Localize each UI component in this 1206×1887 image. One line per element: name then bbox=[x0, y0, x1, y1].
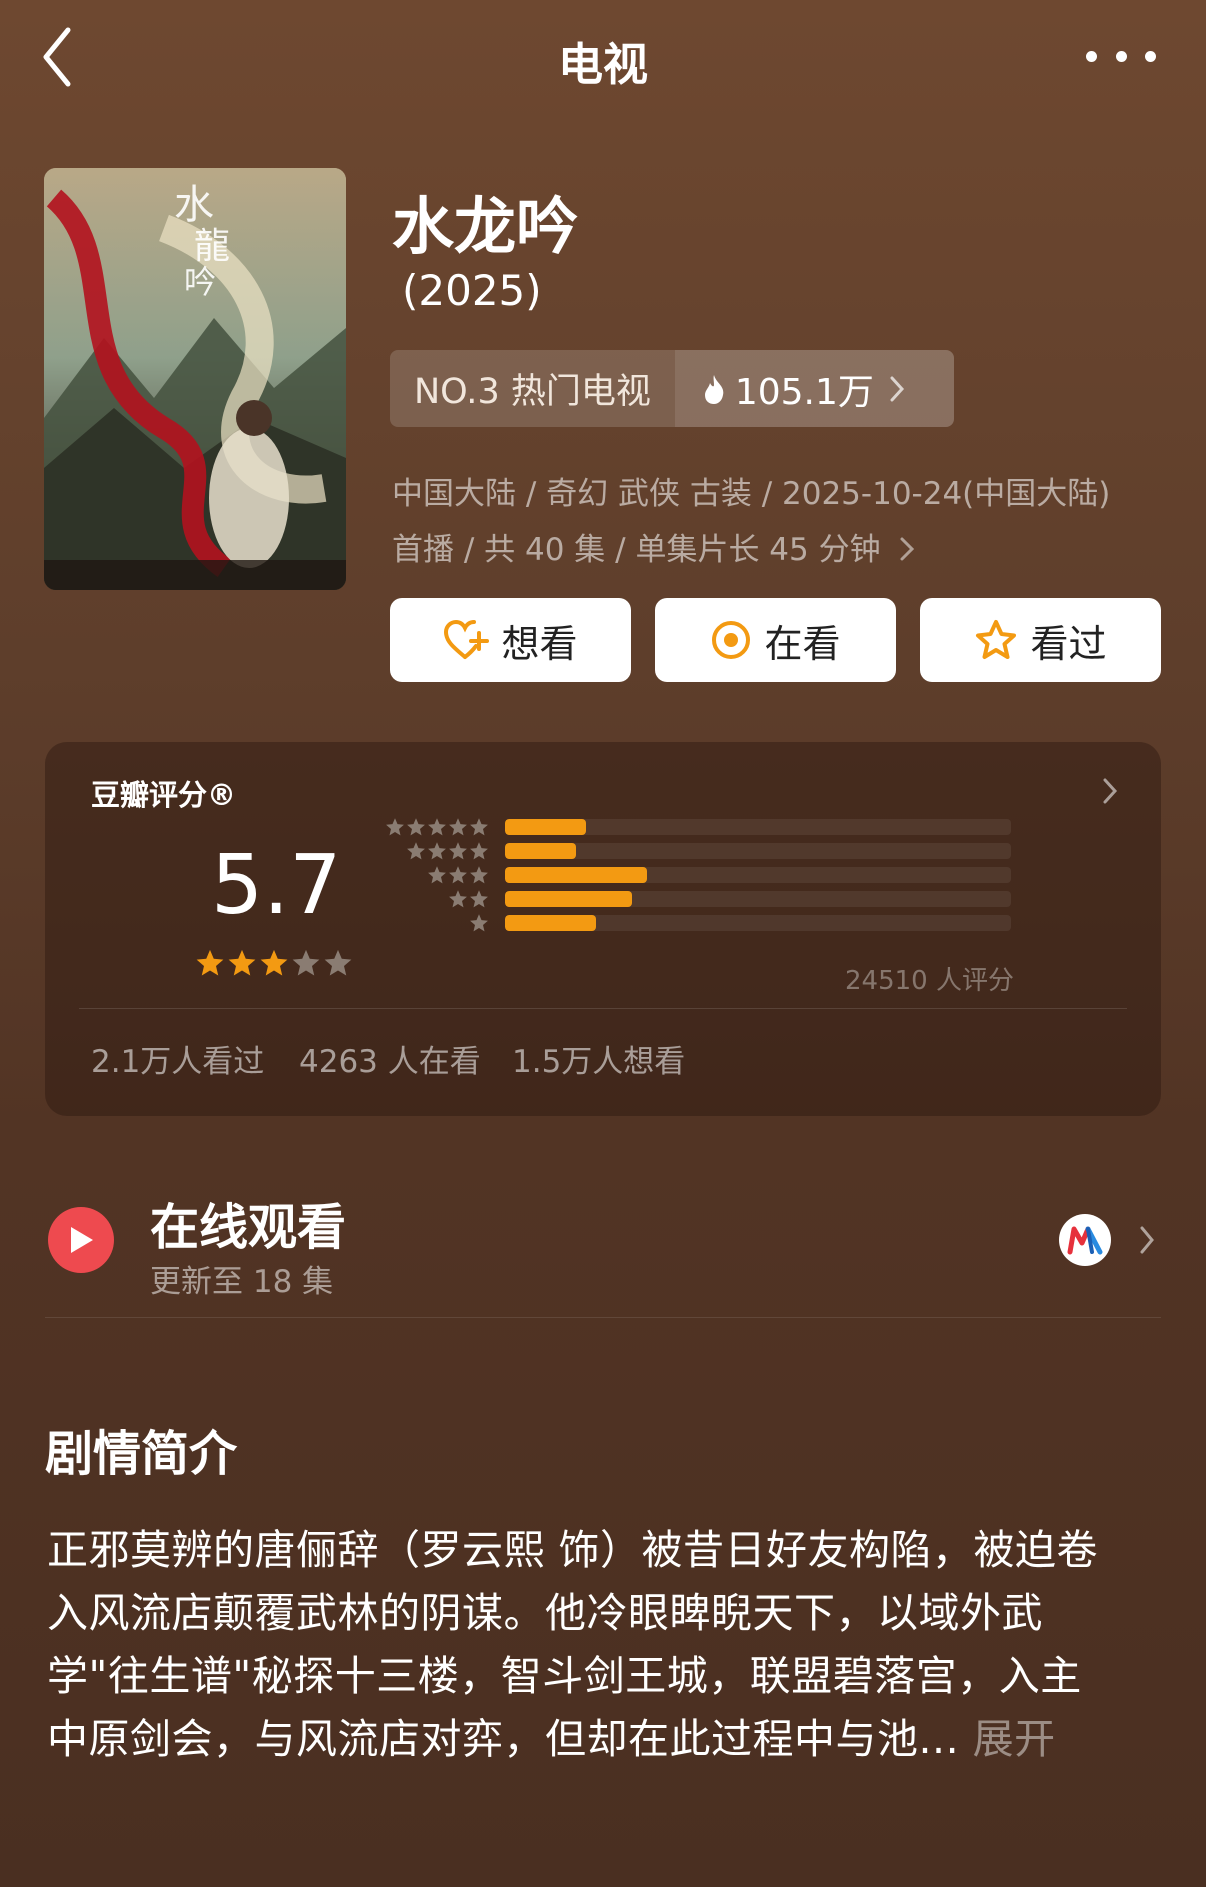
show-title: 水龙吟 bbox=[392, 190, 579, 263]
distribution-bar-fill bbox=[505, 843, 576, 859]
distribution-stars bbox=[383, 841, 489, 861]
star-filled-icon bbox=[228, 949, 256, 976]
rating-score: 5.7 bbox=[211, 838, 342, 933]
online-watch-subtitle: 更新至 18 集 bbox=[150, 1264, 334, 1300]
distribution-bar-track bbox=[505, 843, 1011, 859]
expand-link[interactable]: 展开 bbox=[973, 1715, 1056, 1763]
average-stars bbox=[195, 948, 353, 978]
star-filled-icon bbox=[260, 949, 288, 976]
rating-label: 豆瓣评分® bbox=[91, 778, 237, 812]
svg-text:水: 水 bbox=[174, 182, 214, 228]
chevron-right-icon[interactable] bbox=[1138, 1224, 1156, 1256]
show-year: (2025) bbox=[402, 266, 542, 315]
chevron-right-icon bbox=[890, 376, 904, 401]
star-small-icon bbox=[470, 890, 488, 908]
distribution-stars bbox=[383, 817, 489, 837]
star-small-icon bbox=[470, 842, 488, 860]
page-title: 电视 bbox=[557, 38, 648, 91]
distribution-bar-fill bbox=[505, 819, 586, 835]
meta-info-line1: 中国大陆 / 奇幻 武侠 古装 / 2025-10-24(中国大陆) bbox=[392, 476, 1111, 512]
distribution-bar-fill bbox=[505, 867, 647, 883]
distribution-bar-track bbox=[505, 891, 1011, 907]
distribution-stars bbox=[383, 889, 489, 909]
more-dots-icon bbox=[1086, 50, 1097, 62]
want-to-watch-label: 想看 bbox=[501, 621, 578, 666]
watched-label: 看过 bbox=[1030, 621, 1107, 666]
synopsis-line: 正邪莫辨的唐俪辞（罗云熙 饰）被昔日好友构陷，被迫卷 bbox=[47, 1526, 1099, 1574]
synopsis-heading: 剧情简介 bbox=[45, 1426, 238, 1482]
heat-value: 105.1万 bbox=[734, 371, 874, 413]
synopsis-line: 学"往生谱"秘探十三楼，智斗剑王城，联盟碧落宫，入主 bbox=[47, 1652, 1082, 1700]
synopsis-line: 入风流店颠覆武林的阴谋。他冷眼睥睨天下，以域外武 bbox=[47, 1589, 1043, 1637]
chevron-right-icon bbox=[900, 537, 915, 561]
divider bbox=[45, 1317, 1161, 1318]
distribution-row-2-star bbox=[383, 890, 489, 908]
distribution-bar-fill bbox=[505, 915, 597, 931]
distribution-bar-track bbox=[505, 915, 1011, 931]
meta-info-line2[interactable]: 首播 / 共 40 集 / 单集片长 45 分钟 bbox=[392, 524, 916, 569]
distribution-row-5-star bbox=[383, 818, 489, 836]
stat-watching: 4263 人在看 bbox=[299, 1044, 481, 1080]
distribution-row-1-star bbox=[383, 914, 489, 932]
star-small-icon bbox=[470, 818, 488, 836]
meta-info-text: 首播 / 共 40 集 / 单集片长 45 分钟 bbox=[392, 532, 881, 568]
flame-icon bbox=[704, 374, 724, 404]
star-small-icon bbox=[386, 818, 404, 836]
divider bbox=[79, 1008, 1127, 1009]
synopsis-line-last: 中原剑会，与风流店对弈，但却在此过程中与池... 展开 bbox=[47, 1705, 1056, 1765]
synopsis-text: 中原剑会，与风流店对弈，但却在此过程中与池... bbox=[47, 1715, 960, 1763]
want-to-watch-button[interactable]: 想看 bbox=[390, 598, 631, 682]
star-small-icon bbox=[449, 866, 467, 884]
play-icon[interactable] bbox=[48, 1207, 114, 1273]
star-small-icon bbox=[407, 818, 425, 836]
online-watch-title[interactable]: 在线观看 bbox=[150, 1188, 346, 1259]
distribution-row-3-star bbox=[383, 866, 489, 884]
star-empty-icon bbox=[292, 949, 320, 976]
rank-badge[interactable]: NO.3 热门电视 105.1万 bbox=[390, 350, 954, 427]
heat-value-box: 105.1万 bbox=[674, 350, 954, 427]
svg-text:吟: 吟 bbox=[184, 263, 216, 301]
target-circle-icon bbox=[712, 621, 751, 659]
star-small-icon bbox=[449, 842, 467, 860]
distribution-bar-fill bbox=[505, 891, 632, 907]
star-small-icon bbox=[407, 842, 425, 860]
distribution-row-4-star bbox=[383, 842, 489, 860]
watching-button[interactable]: 在看 bbox=[655, 598, 896, 682]
distribution-stars bbox=[383, 865, 489, 885]
star-small-icon bbox=[428, 818, 446, 836]
star-small-icon bbox=[449, 818, 467, 836]
rank-label: NO.3 热门电视 bbox=[390, 350, 675, 427]
distribution-stars bbox=[383, 913, 489, 933]
star-outline-icon bbox=[976, 620, 1017, 659]
star-filled-icon bbox=[196, 949, 224, 976]
more-button[interactable] bbox=[1086, 36, 1156, 76]
mgtv-logo-icon[interactable] bbox=[1059, 1214, 1111, 1266]
star-small-icon bbox=[470, 866, 488, 884]
star-small-icon bbox=[428, 842, 446, 860]
stat-watched: 2.1万人看过 bbox=[91, 1044, 265, 1080]
distribution-bar-track bbox=[505, 819, 1011, 835]
chevron-right-icon bbox=[1103, 778, 1118, 804]
watching-label: 在看 bbox=[764, 621, 841, 666]
poster-artwork: 水 龍 吟 bbox=[44, 168, 346, 590]
star-small-icon bbox=[449, 890, 467, 908]
heart-plus-icon bbox=[444, 619, 490, 659]
poster-image[interactable]: 水 龍 吟 bbox=[44, 168, 346, 590]
svg-text:龍: 龍 bbox=[194, 226, 230, 267]
star-small-icon bbox=[428, 866, 446, 884]
stat-want: 1.5万人想看 bbox=[512, 1044, 686, 1080]
watched-button[interactable]: 看过 bbox=[920, 598, 1161, 682]
distribution-bar-track bbox=[505, 867, 1011, 883]
rating-count: 24510 人评分 bbox=[845, 966, 1014, 996]
star-empty-icon bbox=[324, 949, 352, 976]
rating-card[interactable]: 豆瓣评分® 5.7 24510 人评分 2.1万人看过 4263 人在看 1.5… bbox=[45, 742, 1161, 1116]
star-small-icon bbox=[470, 914, 488, 932]
